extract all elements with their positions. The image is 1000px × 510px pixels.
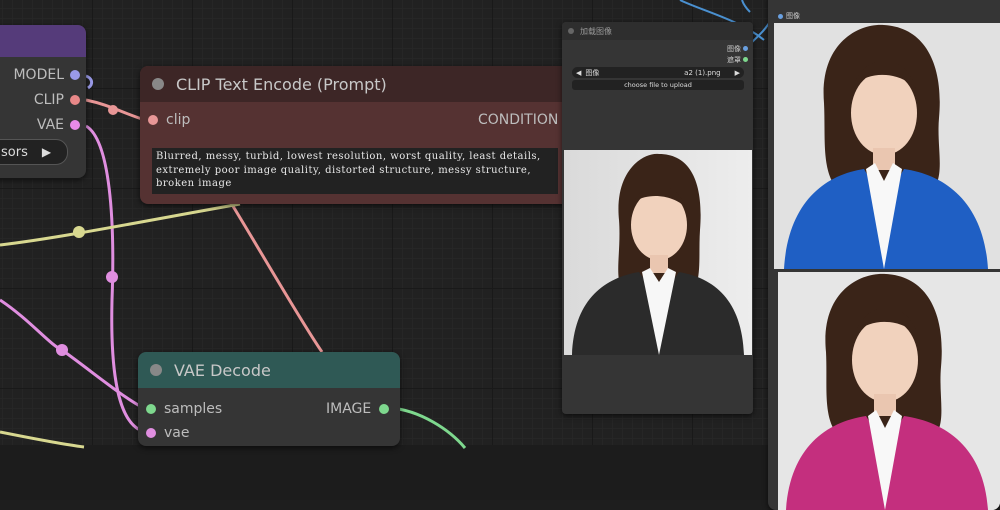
image-combo[interactable]: ◀ 图像 a2 (1).png ▶: [572, 67, 744, 78]
loaded-image-preview: [564, 150, 752, 355]
output-model[interactable]: MODEL: [4, 67, 80, 83]
preview-image-node[interactable]: 图像: [768, 0, 1000, 510]
input-clip-port[interactable]: [148, 115, 158, 125]
input-vae-port[interactable]: [146, 428, 156, 438]
play-icon: ▶: [41, 145, 52, 159]
input-image-label: 图像: [786, 12, 800, 20]
upload-button[interactable]: choose file to upload: [572, 80, 744, 90]
load-image-title-bar[interactable]: 加载图像: [562, 22, 753, 40]
clip-title-bar[interactable]: CLIP Text Encode (Prompt): [140, 66, 580, 102]
output-clip[interactable]: CLIP: [4, 92, 80, 108]
load-image-title: 加载图像: [580, 26, 612, 36]
output-vae[interactable]: VAE: [4, 117, 80, 133]
output-image-2: [778, 272, 1000, 510]
portrait-black-suit-image: [572, 153, 744, 355]
vae-title-bar[interactable]: VAE Decode: [138, 352, 400, 388]
output-conditioning-label: CONDITION: [478, 112, 559, 128]
input-vae-label: vae: [164, 425, 190, 441]
output-mask-port[interactable]: [743, 57, 748, 62]
load-image-node[interactable]: 加载图像 图像 遮罩 ◀ 图像 a2 (1).png ▶ choose file…: [562, 22, 753, 414]
model-selector-label: sors: [1, 144, 28, 160]
output-mask-label: 遮罩: [727, 56, 741, 64]
prompt-textarea[interactable]: Blurred, messy, turbid, lowest resolutio…: [152, 148, 558, 194]
clip-text-encode-node[interactable]: CLIP Text Encode (Prompt) clip CONDITION…: [140, 66, 580, 204]
output-vae-port[interactable]: [70, 120, 80, 130]
output-conditioning[interactable]: CONDITION: [478, 112, 558, 128]
input-image-port[interactable]: [778, 14, 783, 19]
portrait-blue-suit-image: [774, 23, 1000, 269]
checkpoint-loader-node[interactable]: MODEL CLIP VAE sors ▶: [0, 25, 86, 178]
vae-node-title: VAE Decode: [174, 360, 271, 380]
output-clip-label: CLIP: [33, 92, 64, 108]
output-image-label: IMAGE: [326, 401, 372, 417]
input-samples-port[interactable]: [146, 404, 156, 414]
checkpoint-title-bar[interactable]: [0, 25, 86, 57]
input-samples[interactable]: samples: [146, 401, 222, 417]
output-image[interactable]: IMAGE: [326, 401, 390, 417]
output-model-label: MODEL: [13, 67, 64, 83]
combo-label: 图像: [585, 68, 600, 77]
input-vae[interactable]: vae: [146, 425, 189, 441]
model-selector-button[interactable]: sors ▶: [0, 139, 68, 165]
collapse-dot-icon[interactable]: [152, 78, 164, 90]
clip-node-title: CLIP Text Encode (Prompt): [176, 74, 387, 94]
portrait-pink-suit-image: [778, 272, 1000, 510]
input-clip[interactable]: clip: [148, 112, 190, 128]
collapse-dot-icon[interactable]: [150, 364, 162, 376]
combo-value: a2 (1).png: [684, 68, 721, 77]
output-image-1: [774, 23, 1000, 269]
combo-right-arrow-icon[interactable]: ▶: [735, 69, 740, 77]
output-image-port[interactable]: [743, 46, 748, 51]
output-image-port[interactable]: [379, 404, 390, 414]
input-samples-label: samples: [164, 401, 223, 417]
output-clip-port[interactable]: [70, 95, 80, 105]
output-vae-label: VAE: [36, 117, 64, 133]
vae-decode-node[interactable]: VAE Decode samples vae IMAGE: [138, 352, 400, 446]
combo-left-arrow-icon[interactable]: ◀: [576, 69, 581, 77]
input-clip-label: clip: [166, 112, 191, 128]
output-image-label: 图像: [727, 45, 741, 53]
output-model-port[interactable]: [70, 70, 80, 80]
collapse-dot-icon[interactable]: [568, 28, 574, 34]
